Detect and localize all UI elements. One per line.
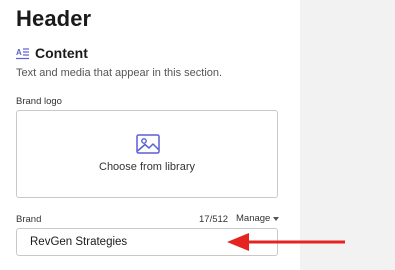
character-count: 17/512 xyxy=(199,214,229,225)
red-arrow-annotation xyxy=(227,233,345,251)
manage-label: Manage xyxy=(236,213,271,224)
settings-panel: Header A Content Text and media that app… xyxy=(0,0,300,270)
section-header: A Content xyxy=(16,45,88,61)
text-format-icon: A xyxy=(16,48,29,59)
section-title: Content xyxy=(35,45,88,61)
manage-dropdown-button[interactable]: Manage xyxy=(236,213,280,224)
choose-from-library-label: Choose from library xyxy=(99,161,195,173)
brand-logo-picker[interactable] xyxy=(16,110,278,198)
brand-logo-label: Brand logo xyxy=(16,96,62,107)
image-icon xyxy=(136,134,160,154)
chevron-down-icon xyxy=(273,216,280,221)
page-title: Header xyxy=(16,6,92,31)
svg-text:A: A xyxy=(16,48,22,57)
brand-label: Brand xyxy=(16,214,42,225)
section-description: Text and media that appear in this secti… xyxy=(16,67,223,79)
